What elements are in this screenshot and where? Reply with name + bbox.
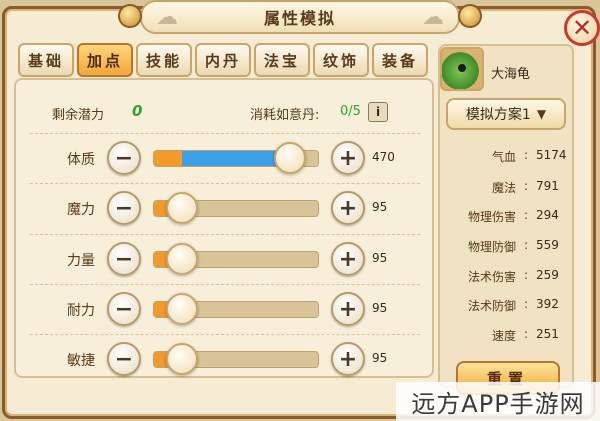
slider-thumb[interactable] xyxy=(274,142,306,174)
attribute-label: 体质 xyxy=(67,152,95,168)
slider-thumb[interactable] xyxy=(166,343,198,375)
minus-button[interactable]: − xyxy=(107,191,141,225)
stat-value: 259 xyxy=(536,268,559,282)
slider-thumb[interactable] xyxy=(166,293,198,325)
scheme-label: 模拟方案1 xyxy=(465,107,531,123)
attribute-slider[interactable] xyxy=(153,142,319,174)
stat-colon: : xyxy=(524,297,529,311)
cloud-ornament-right-icon: ☁ xyxy=(422,4,444,30)
attribute-value: 95 xyxy=(372,351,388,365)
stat-value: 294 xyxy=(536,208,559,222)
attribute-label: 魔力 xyxy=(67,202,95,218)
stat-name: 法术伤害 xyxy=(467,270,516,284)
tab-5[interactable]: 纹饰 xyxy=(313,43,369,77)
window-title: 属性模拟 xyxy=(263,9,336,28)
attribute-slider[interactable] xyxy=(153,243,319,275)
plus-button[interactable]: + xyxy=(331,292,365,326)
title-bar: ☁ 属性模拟 ☁ xyxy=(140,0,460,34)
row-divider xyxy=(30,334,420,335)
title-knob-right-icon xyxy=(458,4,482,28)
close-button[interactable]: ✕ xyxy=(564,10,600,46)
potential-label: 剩余潜力 xyxy=(52,108,105,123)
stat-value: 559 xyxy=(536,238,559,252)
potential-value: 0 xyxy=(132,102,143,120)
character-name: 大海龟 xyxy=(491,67,531,82)
watermark: 远方APP手游网 xyxy=(396,382,600,421)
stat-value: 251 xyxy=(536,327,559,341)
plus-button[interactable]: + xyxy=(331,191,365,225)
slider-base-fill xyxy=(154,151,182,166)
stat-colon: : xyxy=(524,238,529,252)
minus-button[interactable]: − xyxy=(107,141,141,175)
stat-colon: : xyxy=(524,327,529,341)
attribute-label: 敏捷 xyxy=(67,353,95,369)
attribute-row: 体质 − +470 xyxy=(0,139,440,179)
attribute-slider[interactable] xyxy=(153,293,319,325)
consume-value: 0/5 xyxy=(340,104,361,119)
cloud-ornament-left-icon: ☁ xyxy=(156,4,178,30)
stat-name: 魔法 xyxy=(491,181,516,195)
stat-value: 791 xyxy=(536,179,559,193)
stat-value: 392 xyxy=(536,297,559,311)
tab-6[interactable]: 装备 xyxy=(372,43,428,77)
tab-3[interactable]: 内丹 xyxy=(195,43,251,77)
row-divider xyxy=(30,183,420,184)
attribute-value: 95 xyxy=(372,200,388,214)
stat-name: 法术防御 xyxy=(467,299,516,313)
row-divider xyxy=(30,284,420,285)
minus-button[interactable]: − xyxy=(107,342,141,376)
tab-4[interactable]: 法宝 xyxy=(254,43,310,77)
plus-button[interactable]: + xyxy=(331,342,365,376)
avatar-eye xyxy=(458,64,466,72)
stat-name: 气血 xyxy=(491,150,516,164)
slider-thumb[interactable] xyxy=(166,192,198,224)
stat-name: 物理防御 xyxy=(467,240,516,254)
attribute-value: 470 xyxy=(372,150,395,164)
stat-colon: : xyxy=(524,148,529,162)
stat-value: 5174 xyxy=(536,148,567,162)
chevron-down-icon: ▼ xyxy=(536,107,547,121)
scheme-dropdown[interactable]: 模拟方案1 ▼ xyxy=(446,98,566,130)
attribute-row: 魔力 − +95 xyxy=(0,189,440,229)
attribute-slider[interactable] xyxy=(153,192,319,224)
plus-button[interactable]: + xyxy=(331,242,365,276)
tab-2[interactable]: 技能 xyxy=(136,43,192,77)
minus-button[interactable]: − xyxy=(107,292,141,326)
attribute-value: 95 xyxy=(372,301,388,315)
stat-colon: : xyxy=(524,268,529,282)
row-divider xyxy=(30,234,420,235)
plus-button[interactable]: + xyxy=(331,141,365,175)
info-button[interactable]: i xyxy=(368,102,388,122)
stat-name: 速度 xyxy=(491,329,516,343)
stat-colon: : xyxy=(524,179,529,193)
attribute-slider[interactable] xyxy=(153,343,319,375)
consume-label: 消耗如意丹: xyxy=(250,108,320,123)
slider-thumb[interactable] xyxy=(166,243,198,275)
title-knob-left-icon xyxy=(118,4,142,28)
stat-name: 物理伤害 xyxy=(467,210,516,224)
attribute-label: 力量 xyxy=(67,253,95,269)
tab-1[interactable]: 加点 xyxy=(77,43,133,77)
minus-button[interactable]: − xyxy=(107,242,141,276)
attribute-value: 95 xyxy=(372,251,388,265)
tab-0[interactable]: 基础 xyxy=(18,43,74,77)
attribute-row: 力量 − +95 xyxy=(0,240,440,280)
attribute-row: 耐力 − +95 xyxy=(0,290,440,330)
tab-bar: 基础 加点 技能 内丹 法宝 纹饰 装备 xyxy=(18,43,428,77)
attribute-row: 敏捷 − +95 xyxy=(0,340,440,380)
attribute-label: 耐力 xyxy=(67,303,95,319)
row-divider xyxy=(30,133,420,134)
stat-colon: : xyxy=(524,208,529,222)
